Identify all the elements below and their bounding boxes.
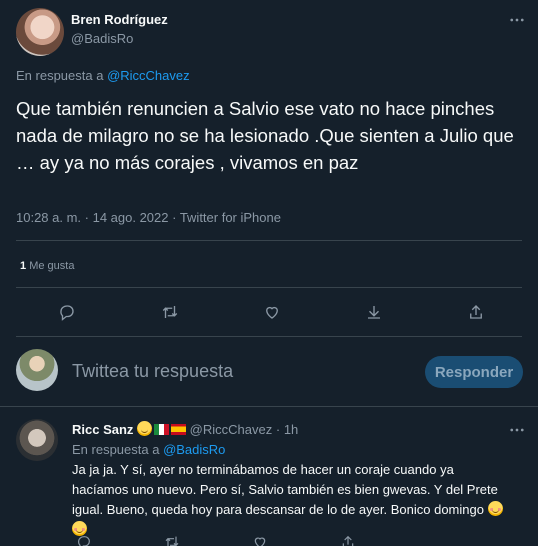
reply-composer-input[interactable]: Twittea tu respuesta [72, 361, 233, 382]
reply-header: Ricc Sanz @RiccChavez · 1h [72, 421, 298, 437]
author-avatar[interactable] [16, 8, 64, 56]
reply-reply-prefix: En respuesta a [72, 442, 164, 457]
blushing-face-icon [487, 501, 503, 516]
reply-more-icon[interactable] [505, 418, 529, 442]
reply-action-bar [72, 528, 512, 546]
retweet-icon[interactable] [158, 300, 182, 324]
author-handle[interactable]: @BadisRo [71, 31, 133, 46]
author-name[interactable]: Bren Rodríguez [71, 12, 168, 27]
reply-author-avatar[interactable] [16, 419, 58, 461]
reply-to-link[interactable]: @RiccChavez [107, 68, 190, 83]
spain-flag-icon [171, 424, 187, 435]
reply-retweet-icon[interactable] [160, 530, 184, 546]
reply-separator: · [275, 422, 281, 437]
reply-time[interactable]: 1h [284, 422, 298, 437]
smiling-face-icon [137, 421, 153, 436]
reply-like-icon[interactable] [248, 530, 272, 546]
bookmark-icon[interactable] [362, 300, 386, 324]
mexico-flag-icon [154, 424, 170, 435]
reply-reply-to-link[interactable]: @BadisRo [163, 442, 225, 457]
share-icon[interactable] [464, 300, 488, 324]
likes-label: Me gusta [29, 260, 75, 272]
likes-count: 1 [20, 260, 27, 272]
more-icon[interactable] [505, 8, 529, 32]
composer-avatar[interactable] [16, 349, 58, 391]
tweet-timestamp[interactable]: 10:28 a. m. · 14 ago. 2022 · Twitter for… [16, 210, 281, 225]
like-icon[interactable] [260, 300, 284, 324]
reply-context: En respuesta a @RiccChavez [16, 68, 190, 83]
reply-prefix: En respuesta a [16, 68, 108, 83]
reply-share-icon[interactable] [336, 530, 360, 546]
reply-author-name[interactable]: Ricc Sanz [72, 422, 133, 437]
reply-reply-icon[interactable] [72, 530, 96, 546]
reply-reply-context: En respuesta a @BadisRo [72, 442, 225, 457]
reply-text-body: Ja ja ja. Y sí, ayer no terminábamos de … [72, 462, 498, 517]
tweet-text: Que también renuncien a Salvio ese vato … [16, 98, 514, 173]
reply-submit-button[interactable]: Responder [425, 356, 523, 388]
reply-icon[interactable] [55, 300, 79, 324]
likes-count-link[interactable]: 1 Me gusta [20, 260, 74, 272]
reply-author-handle[interactable]: @RiccChavez [190, 422, 273, 437]
